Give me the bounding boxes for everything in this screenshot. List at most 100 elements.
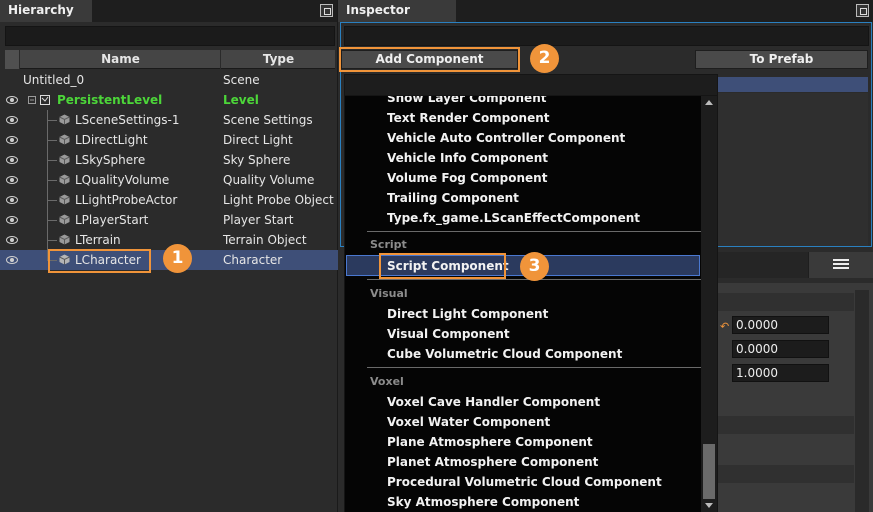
inspector-search-input[interactable]: [344, 26, 869, 46]
menu-icon-bar: [833, 259, 849, 261]
value-field[interactable]: 1.0000: [732, 364, 829, 382]
hierarchy-search-input[interactable]: [5, 26, 335, 46]
to-prefab-button[interactable]: To Prefab: [695, 50, 868, 69]
tree-row-type: Scene Settings: [223, 113, 313, 127]
pin-icon[interactable]: [320, 4, 333, 17]
editor-window: Hierarchy Name Type Untitled_0 Scene Per…: [0, 0, 873, 512]
dropdown-separator: [367, 231, 701, 232]
highlight-script-component-box: [379, 253, 506, 279]
cube-icon: [59, 234, 70, 245]
tree-row-type: Player Start: [223, 213, 294, 227]
dropdown-category-script: Script: [370, 238, 407, 251]
menu-icon-bar: [833, 267, 849, 269]
dropdown-category-visual: Visual: [370, 287, 408, 300]
inspector-tab[interactable]: Inspector: [338, 0, 456, 22]
eye-icon[interactable]: [6, 196, 18, 204]
tree-row-item[interactable]: LSkySphere Sky Sphere: [0, 150, 338, 170]
dropdown-list: Show Layer Component Text Render Compone…: [345, 96, 701, 512]
value-field[interactable]: 0.0000: [732, 340, 829, 358]
dropdown-item[interactable]: Visual Component: [387, 324, 510, 344]
tree-row-item[interactable]: LQualityVolume Quality Volume: [0, 170, 338, 190]
dropdown-item[interactable]: Vehicle Info Component: [387, 148, 548, 168]
tree-row-name: LSkySphere: [75, 153, 146, 167]
tree-row-item[interactable]: LSceneSettings-1 Scene Settings: [0, 110, 338, 130]
eye-icon[interactable]: [6, 136, 18, 144]
tree-row-name: LLightProbeActor: [75, 193, 178, 207]
dropdown-item[interactable]: Show Layer Component: [387, 96, 546, 108]
dropdown-item[interactable]: Voxel Cave Handler Component: [387, 392, 600, 412]
cube-icon: [59, 194, 70, 205]
hierarchy-tab[interactable]: Hierarchy: [0, 0, 92, 22]
hierarchy-column-header: Name Type: [5, 50, 335, 69]
dropdown-item[interactable]: Cube Volumetric Cloud Component: [387, 344, 622, 364]
dropdown-scrollbar-thumb[interactable]: [703, 444, 715, 499]
tree-row-name: LSceneSettings-1: [75, 113, 180, 127]
property-row: [702, 293, 854, 311]
step-badge-2: 2: [530, 44, 559, 73]
tree-line: [47, 180, 57, 181]
tree-line: [47, 240, 57, 241]
dropdown-item[interactable]: Type.fx_game.LScanEffectComponent: [387, 208, 640, 228]
cube-icon: [59, 214, 70, 225]
tree-row-item[interactable]: LPlayerStart Player Start: [0, 210, 338, 230]
dropdown-category-voxel: Voxel: [370, 375, 404, 388]
menu-icon[interactable]: [808, 252, 873, 278]
property-row: [702, 465, 854, 483]
pin-icon[interactable]: [856, 4, 869, 17]
type-column-header[interactable]: Type: [222, 50, 335, 69]
cube-icon: [59, 134, 70, 145]
scroll-up-icon[interactable]: [705, 100, 713, 105]
eye-icon[interactable]: [6, 156, 18, 164]
tree-row-name: LQualityVolume: [75, 173, 170, 187]
tree-row-type: Light Probe Object: [223, 193, 334, 207]
tree-line: [47, 140, 57, 141]
dropdown-item[interactable]: Direct Light Component: [387, 304, 548, 324]
step-badge-3: 3: [520, 252, 549, 281]
eye-icon[interactable]: [6, 236, 18, 244]
cube-icon: [59, 174, 70, 185]
dropdown-item[interactable]: Planet Atmosphere Component: [387, 452, 598, 472]
dropdown-item[interactable]: Text Render Component: [387, 108, 549, 128]
dropdown-item[interactable]: Plane Atmosphere Component: [387, 432, 593, 452]
tree-row-root[interactable]: Untitled_0 Scene: [0, 70, 338, 90]
component-list-area: [702, 93, 868, 246]
tree-row-type: Scene: [223, 73, 260, 87]
eye-icon[interactable]: [6, 116, 18, 124]
cube-icon: [59, 114, 70, 125]
tree-line: [47, 120, 57, 121]
scroll-down-icon[interactable]: [705, 503, 713, 508]
tree-line: [47, 200, 57, 201]
properties-scrollbar[interactable]: [855, 290, 869, 512]
tree-row-item[interactable]: LLightProbeActor Light Probe Object: [0, 190, 338, 210]
dropdown-item[interactable]: Procedural Volumetric Cloud Component: [387, 472, 662, 492]
tree-row-name: LTerrain: [75, 233, 121, 247]
reset-icon[interactable]: ↶: [720, 320, 729, 333]
tree-row-name: Untitled_0: [23, 73, 85, 87]
dropdown-item[interactable]: Volume Fog Component: [387, 168, 547, 188]
hierarchy-tree: Untitled_0 Scene PersistentLevel Level L…: [0, 70, 338, 270]
value-field[interactable]: 0.0000: [732, 316, 829, 334]
inspector-tabbar: Inspector: [338, 0, 873, 22]
eye-icon[interactable]: [6, 96, 18, 104]
dropdown-item[interactable]: Trailing Component: [387, 188, 519, 208]
selected-component-bar[interactable]: [702, 77, 868, 92]
level-icon: [28, 95, 50, 105]
tree-row-level[interactable]: PersistentLevel Level: [0, 90, 338, 110]
dropdown-item[interactable]: Voxel Water Component: [387, 412, 550, 432]
dropdown-item[interactable]: Vehicle Auto Controller Component: [387, 128, 625, 148]
hierarchy-panel: Hierarchy Name Type Untitled_0 Scene Per…: [0, 0, 338, 512]
menu-icon-bar: [833, 263, 849, 265]
tree-row-name: PersistentLevel: [57, 93, 163, 107]
step-badge-1: 1: [163, 244, 192, 273]
eye-icon[interactable]: [6, 256, 18, 264]
tree-row-name: LDirectLight: [75, 133, 148, 147]
name-column-header[interactable]: Name: [21, 50, 221, 69]
dropdown-item[interactable]: Sky Atmosphere Component: [387, 492, 579, 512]
visibility-column-header[interactable]: [5, 50, 20, 69]
eye-icon[interactable]: [6, 216, 18, 224]
property-row: [702, 416, 854, 434]
tree-row-type: Level: [223, 93, 259, 107]
dropdown-search-input[interactable]: [345, 75, 717, 96]
tree-row-item[interactable]: LDirectLight Direct Light: [0, 130, 338, 150]
eye-icon[interactable]: [6, 176, 18, 184]
